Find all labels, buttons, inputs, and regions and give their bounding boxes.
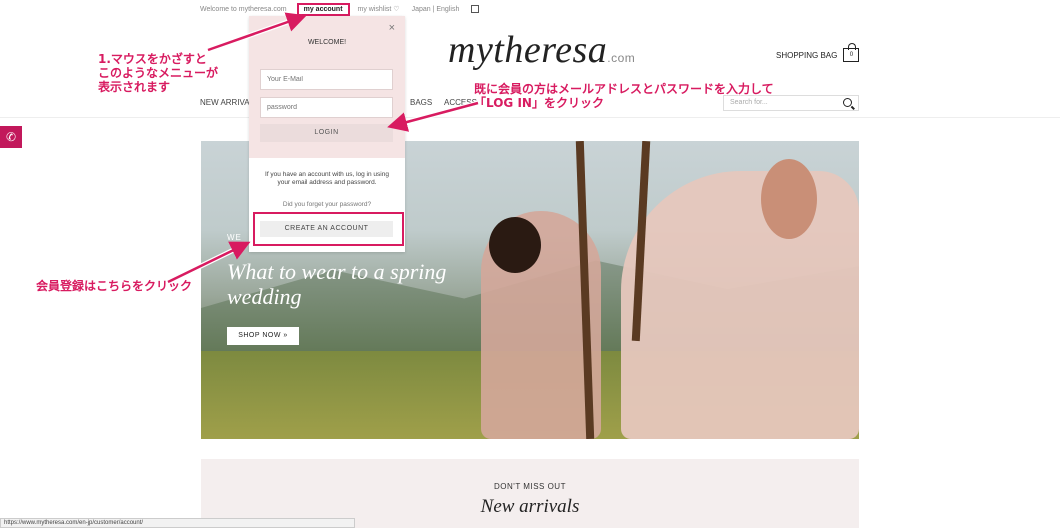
annotation-register: 会員登録はこちらをクリック	[36, 279, 193, 293]
create-account-highlight	[253, 212, 404, 246]
hero-model-right	[621, 171, 859, 439]
bag-icon: 0	[843, 43, 860, 62]
wishlist-link[interactable]: my wishlist ♡	[358, 5, 400, 13]
shop-now-button[interactable]: SHOP NOW »	[227, 327, 299, 345]
phone-icon[interactable]: ✆	[0, 126, 22, 148]
status-url: https://www.mytheresa.com/en-jp/customer…	[0, 518, 355, 528]
nav-accessories[interactable]: ACCESS	[444, 98, 477, 107]
welcome-text: Welcome to mytheresa.com	[200, 5, 287, 13]
language-selector[interactable]: Japan | English	[412, 6, 460, 13]
top-bar: Welcome to mytheresa.com my account my w…	[200, 2, 480, 16]
email-field[interactable]	[260, 69, 393, 90]
section-title[interactable]: New arrivals	[201, 496, 859, 518]
search-icon[interactable]	[843, 98, 852, 107]
my-account-link[interactable]: my account	[296, 2, 350, 16]
section-kicker: DON'T MISS OUT	[494, 482, 566, 491]
nav-bags[interactable]: BAGS	[410, 98, 432, 107]
header-divider	[0, 117, 1060, 118]
annotation-login: 既に会員の方はメールアドレスとパスワードを入力して 「LOG IN」をクリック	[474, 82, 814, 110]
annotation-login-line1: 既に会員の方はメールアドレスとパスワードを入力して	[474, 82, 774, 96]
annotation-login-line2: 「LOG IN」をクリック	[474, 96, 604, 110]
shopping-bag-label: SHOPPING BAG	[776, 50, 838, 60]
flag-icon[interactable]	[471, 5, 480, 13]
close-icon[interactable]: ×	[389, 22, 395, 34]
annotation-hover: 1.マウスをかざすと このようなメニューが 表示されます	[98, 52, 219, 94]
forgot-password-link[interactable]: Did you forget your password?	[249, 201, 405, 208]
dropdown-welcome: WELCOME!	[307, 39, 347, 46]
shopping-bag-button[interactable]: SHOPPING BAG 0	[776, 43, 860, 62]
nav-new-arrivals[interactable]: NEW ARRIVA	[200, 98, 250, 107]
hero-headline: What to wear to a spring wedding	[227, 259, 447, 309]
login-button[interactable]: LOGIN	[260, 124, 393, 142]
password-field[interactable]	[260, 97, 393, 118]
bag-count: 0	[849, 52, 854, 58]
hero-kicker: WE	[227, 233, 242, 242]
login-info-text: If you have an account with us, log in u…	[265, 171, 389, 186]
site-logo[interactable]: mytheresa.com	[448, 28, 635, 72]
hero-model-right-head	[761, 159, 817, 239]
